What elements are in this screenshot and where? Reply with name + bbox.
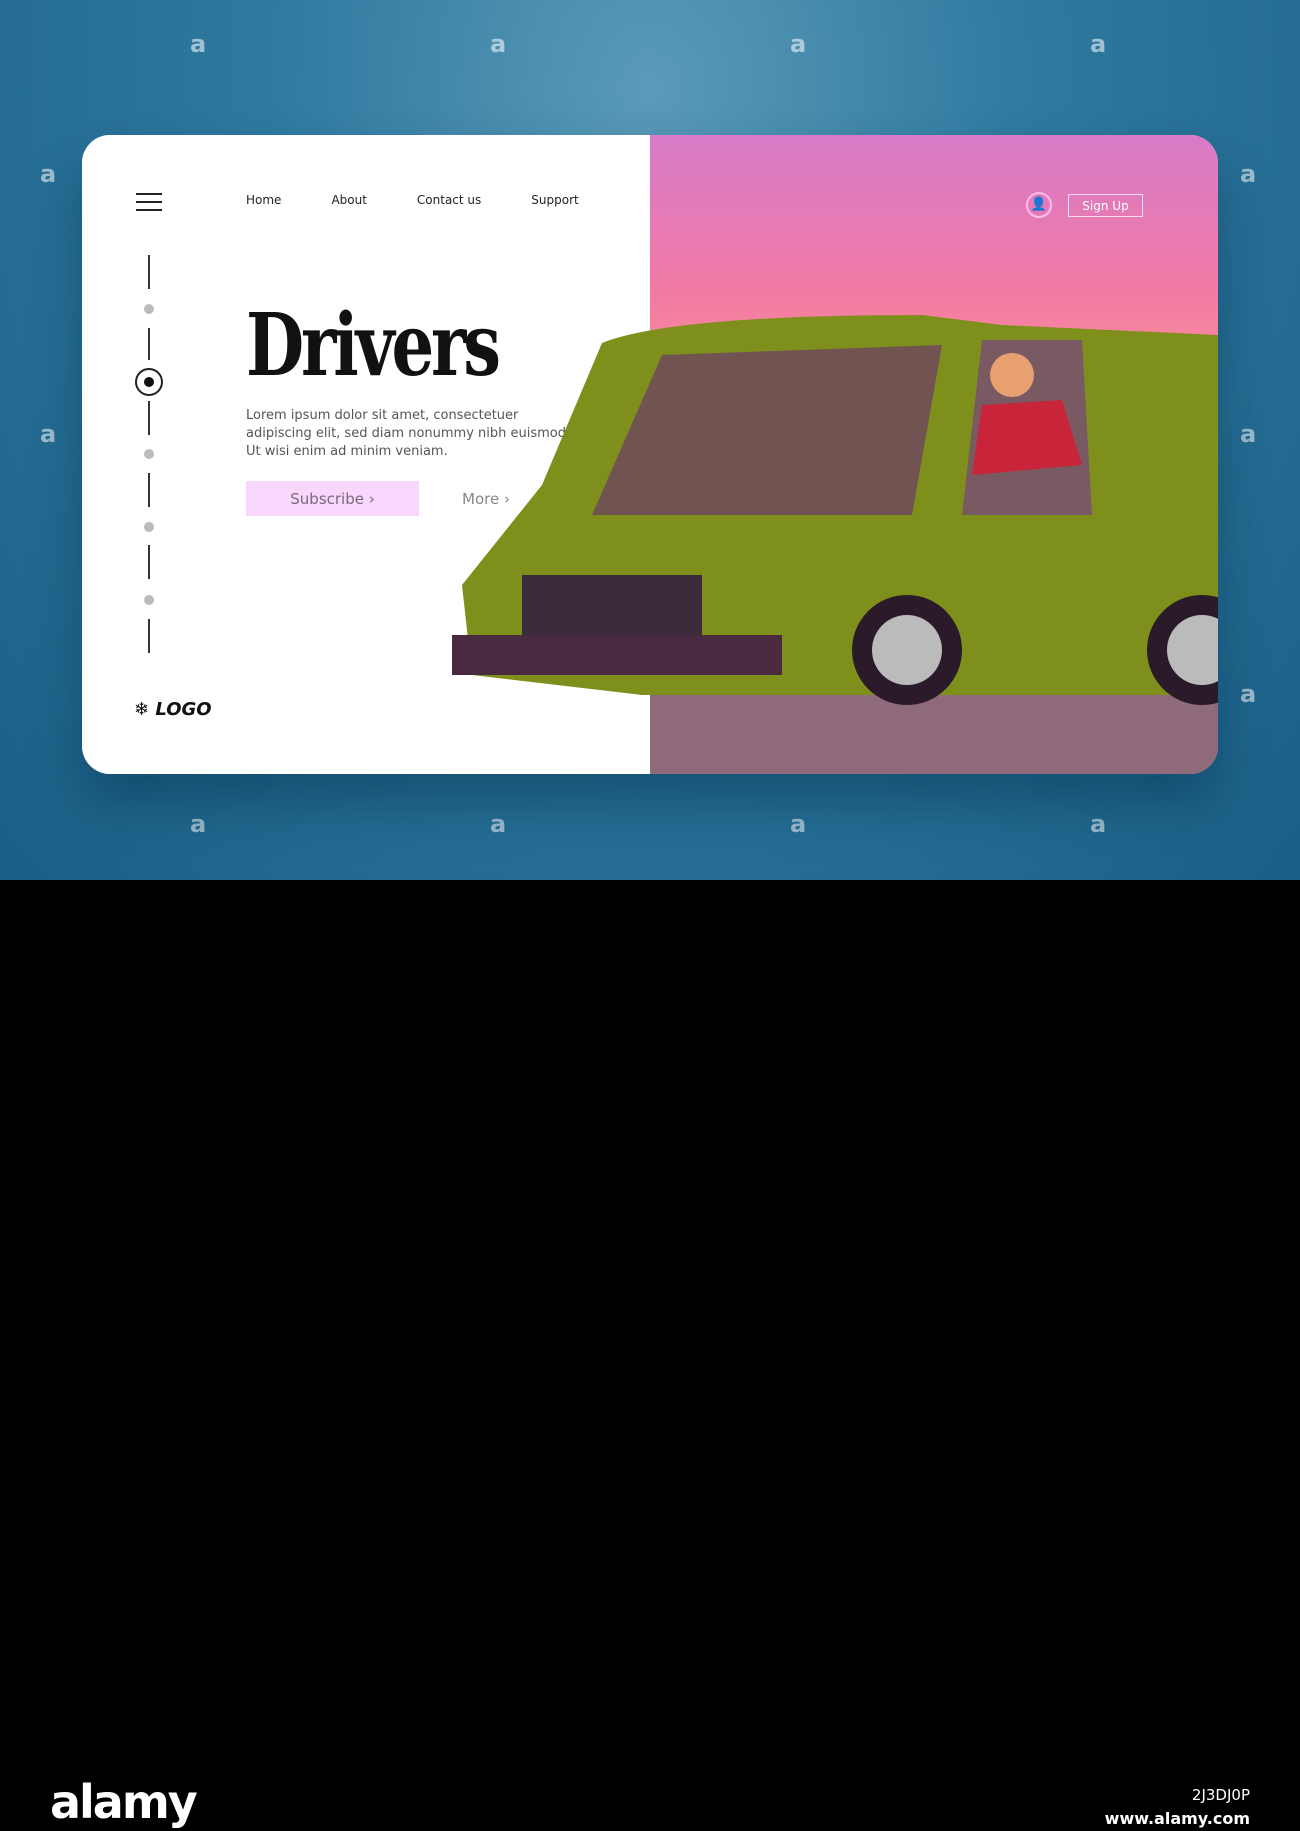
pager-dot-active[interactable]	[135, 368, 163, 396]
pager-dot[interactable]	[144, 304, 154, 314]
logo-text: LOGO	[155, 699, 212, 720]
hamburger-menu-icon[interactable]	[136, 193, 162, 217]
watermark: a	[1090, 810, 1107, 838]
subscribe-button[interactable]: Subscribe ›	[246, 481, 419, 516]
nav-contact[interactable]: Contact us	[417, 193, 481, 207]
signup-button[interactable]: Sign Up	[1068, 194, 1143, 217]
grille	[522, 575, 702, 645]
nav-home[interactable]: Home	[246, 193, 281, 207]
watermark: a	[790, 30, 807, 58]
pager-dot[interactable]	[144, 522, 154, 532]
watermark: a	[1240, 160, 1257, 188]
driver-head	[990, 353, 1034, 397]
watermark: a	[40, 420, 57, 448]
nav-about[interactable]: About	[331, 193, 366, 207]
user-icon[interactable]: 👤	[1026, 192, 1052, 218]
pager-dot[interactable]	[144, 595, 154, 605]
watermark: a	[40, 160, 57, 188]
watermark: a	[1240, 680, 1257, 708]
watermark: a	[1240, 420, 1257, 448]
watermark: a	[190, 810, 207, 838]
bumper	[452, 635, 782, 675]
image-id: 2J3DJ0P	[1191, 1786, 1250, 1804]
car-illustration	[452, 315, 1218, 705]
logo: ❄ LOGO	[134, 699, 212, 720]
nav-support[interactable]: Support	[531, 193, 578, 207]
alamy-url: www.alamy.com	[1104, 1809, 1250, 1828]
alamy-logo: alamy	[50, 1775, 198, 1829]
watermark: a	[190, 30, 207, 58]
watermark: a	[490, 810, 507, 838]
landing-page-card: Home About Contact us Support Drivers Lo…	[82, 135, 1218, 774]
watermark-footer: alamy 2J3DJ0P www.alamy.com	[0, 880, 1300, 1829]
snowflake-icon: ❄	[134, 699, 150, 720]
main-nav: Home About Contact us Support	[246, 193, 629, 207]
pager-dot[interactable]	[144, 449, 154, 459]
watermark: a	[1090, 30, 1107, 58]
watermark: a	[790, 810, 807, 838]
watermark: a	[490, 30, 507, 58]
front-wheel	[872, 615, 942, 685]
